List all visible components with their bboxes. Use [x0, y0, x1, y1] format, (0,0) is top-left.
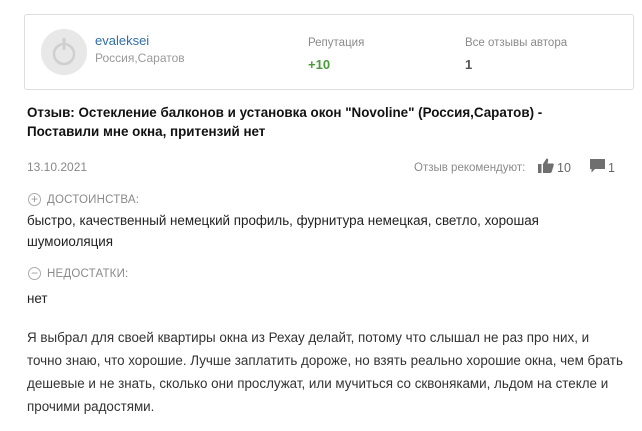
all-reviews-count[interactable]: 1 — [465, 57, 472, 72]
author-card: evaleksei Россия,Саратов Репутация +10 В… — [24, 14, 634, 90]
all-reviews-label[interactable]: Все отзывы автора — [465, 37, 567, 49]
recommend-label: Отзыв рекомендуют: — [414, 162, 526, 174]
cons-label: НЕДОСТАТКИ: — [47, 268, 129, 280]
likes-count: 10 — [557, 161, 571, 175]
review-body: Я выбрал для своей квартиры окна из Реха… — [27, 330, 623, 414]
minus-circle-icon: − — [28, 267, 41, 280]
avatar[interactable] — [41, 29, 87, 75]
review-title: Отзыв: Остекление балконов и установка о… — [27, 105, 543, 139]
avatar-icon — [41, 29, 87, 75]
author-username-link[interactable]: evaleksei — [95, 33, 149, 48]
pros-text: быстро, качественный немецкий профиль, ф… — [27, 213, 539, 249]
pros-label: ДОСТОИНСТВА: — [47, 194, 140, 206]
comments-count: 1 — [608, 161, 615, 175]
comment-icon[interactable] — [590, 159, 605, 178]
reputation-value: +10 — [308, 57, 331, 72]
thumbs-up-icon[interactable] — [538, 158, 554, 178]
review-date: 13.10.2021 — [27, 160, 88, 174]
plus-circle-icon: + — [28, 193, 41, 206]
reputation-label: Репутация — [308, 37, 365, 49]
cons-text: нет — [27, 291, 48, 306]
author-location: Россия,Саратов — [95, 51, 185, 65]
